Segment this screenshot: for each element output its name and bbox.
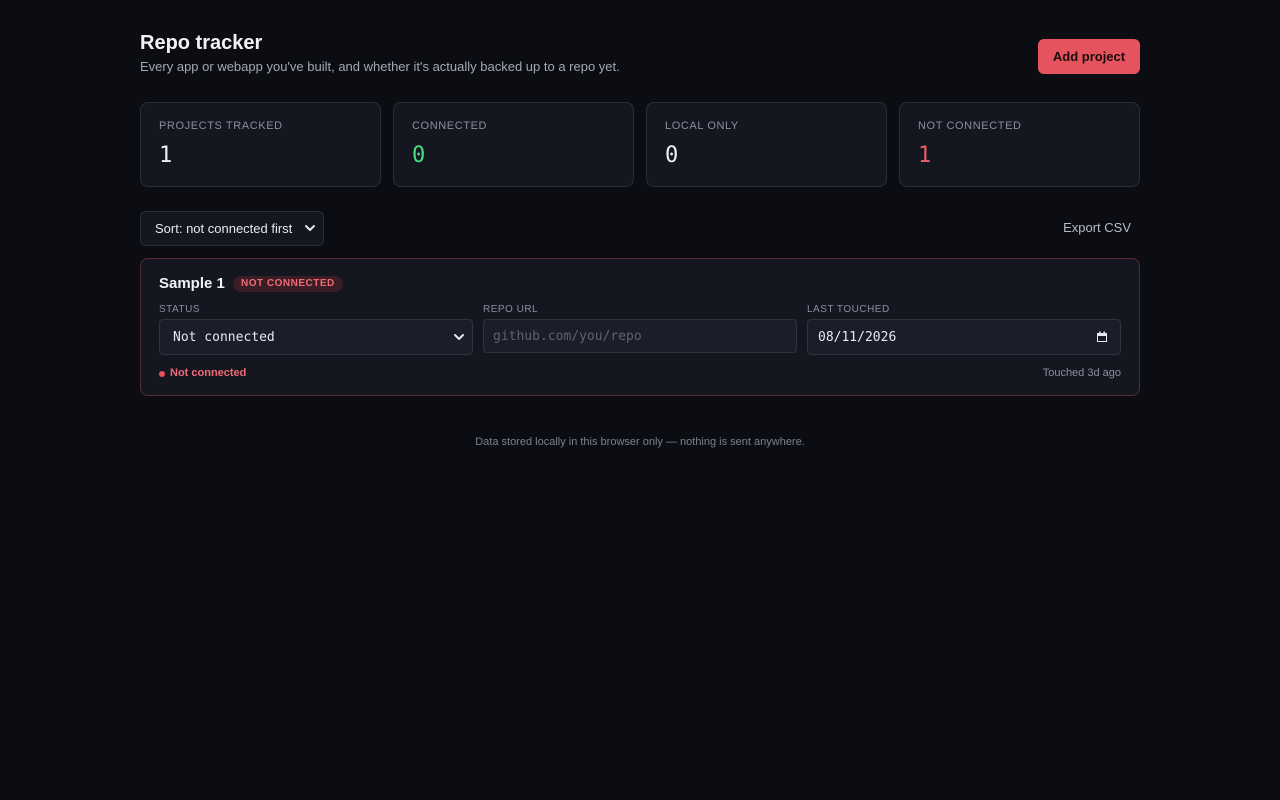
status-badge: NOT CONNECTED bbox=[233, 276, 343, 292]
repo-url-input[interactable] bbox=[483, 319, 797, 353]
date-value: 08/11/2026 bbox=[818, 330, 897, 345]
page-title: Repo tracker bbox=[140, 32, 263, 54]
stat-label: NOT CONNECTED bbox=[918, 120, 1022, 132]
stat-value: 0 bbox=[665, 143, 679, 168]
status-select[interactable]: Not connected bbox=[159, 319, 473, 355]
stat-value: 1 bbox=[159, 143, 173, 168]
touched-timestamp: Touched 3d ago bbox=[1042, 367, 1121, 379]
stat-label: CONNECTED bbox=[412, 120, 488, 132]
stat-card-local-only: LOCAL ONLY 0 bbox=[646, 102, 887, 187]
stats-row: PROJECTS TRACKED 1 CONNECTED 0 LOCAL ONL… bbox=[140, 102, 1140, 187]
project-card: Sample 1 NOT CONNECTED STATUS REPO URL L… bbox=[140, 258, 1140, 396]
stat-card-projects-tracked: PROJECTS TRACKED 1 bbox=[140, 102, 381, 187]
page-subtitle: Every app or webapp you've built, and wh… bbox=[140, 59, 620, 74]
project-name: Sample 1 bbox=[159, 275, 225, 292]
stat-card-not-connected: NOT CONNECTED 1 bbox=[899, 102, 1140, 187]
calendar-icon[interactable] bbox=[1096, 331, 1108, 343]
stat-value: 0 bbox=[412, 143, 426, 168]
stat-label: LOCAL ONLY bbox=[665, 120, 739, 132]
header: Repo tracker Every app or webapp you've … bbox=[140, 32, 1140, 82]
sort-select[interactable]: Sort: not connected first bbox=[140, 211, 324, 246]
export-csv-button[interactable]: Export CSV bbox=[1054, 211, 1140, 244]
stat-value: 1 bbox=[918, 143, 932, 168]
status-indicator-text: Not connected bbox=[170, 367, 247, 379]
stat-label: PROJECTS TRACKED bbox=[159, 120, 283, 132]
repo-url-field-label: REPO URL bbox=[483, 304, 539, 315]
status-field-label: STATUS bbox=[159, 304, 200, 315]
last-touched-field-label: LAST TOUCHED bbox=[807, 304, 890, 315]
footer-note: Data stored locally in this browser only… bbox=[475, 436, 805, 448]
last-touched-date-input[interactable]: 08/11/2026 bbox=[807, 319, 1121, 355]
toolbar: Sort: not connected first Export CSV bbox=[140, 211, 1140, 246]
add-project-button[interactable]: Add project bbox=[1038, 39, 1140, 74]
stat-card-connected: CONNECTED 0 bbox=[393, 102, 634, 187]
status-dot-icon bbox=[159, 371, 165, 377]
